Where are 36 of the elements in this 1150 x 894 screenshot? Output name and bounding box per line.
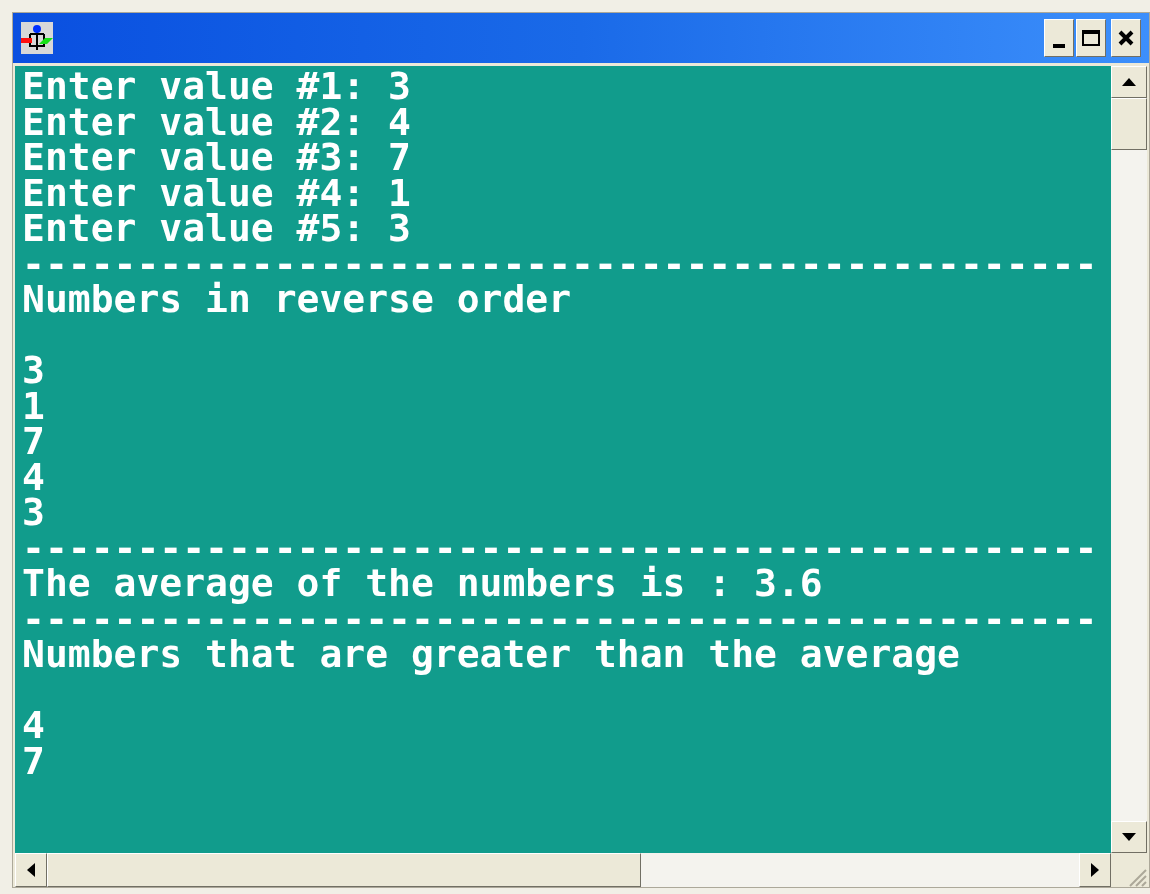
up-arrow-icon [1122,78,1136,86]
scroll-down-button[interactable] [1111,821,1147,853]
console-line: Enter value #4: 1 [22,175,411,211]
vertical-scrollbar[interactable] [1111,66,1147,853]
console-line: Numbers that are greater than the average [22,637,960,673]
console-line: 4 [22,708,45,744]
console-line: ----------------------------------------------- [22,246,1098,282]
console-line: 3 [22,353,45,389]
scroll-up-button[interactable] [1111,66,1147,98]
console-line: 7 [22,743,45,779]
console-line: The average of the numbers is : 3.6 [22,566,823,602]
app-icon [21,22,53,54]
right-arrow-icon [1091,863,1099,877]
scroll-right-button[interactable] [1079,853,1111,887]
console-line: Numbers in reverse order [22,282,572,318]
horizontal-scrollbar[interactable] [15,853,1111,887]
console-line: 3 [22,495,45,531]
console-line: 1 [22,388,45,424]
console-line: 4 [22,459,45,495]
maximize-button[interactable] [1076,19,1106,57]
close-icon [1118,30,1134,46]
console-line: Enter value #2: 4 [22,104,411,140]
close-button[interactable] [1111,19,1141,57]
console-line: ----------------------------------------------- [22,530,1098,566]
left-arrow-icon [27,863,35,877]
console-line: Enter value #5: 3 [22,211,411,247]
scroll-left-button[interactable] [15,853,47,887]
maximize-icon [1082,30,1100,46]
scroll-thumb[interactable] [47,853,641,887]
scroll-thumb[interactable] [1111,98,1147,150]
console-line: Enter value #3: 7 [22,140,411,176]
console-line: 7 [22,424,45,460]
console-line: Enter value #1: 3 [22,69,411,105]
minimize-button[interactable] [1044,19,1074,57]
minimize-icon [1053,44,1065,48]
down-arrow-icon [1122,833,1136,841]
